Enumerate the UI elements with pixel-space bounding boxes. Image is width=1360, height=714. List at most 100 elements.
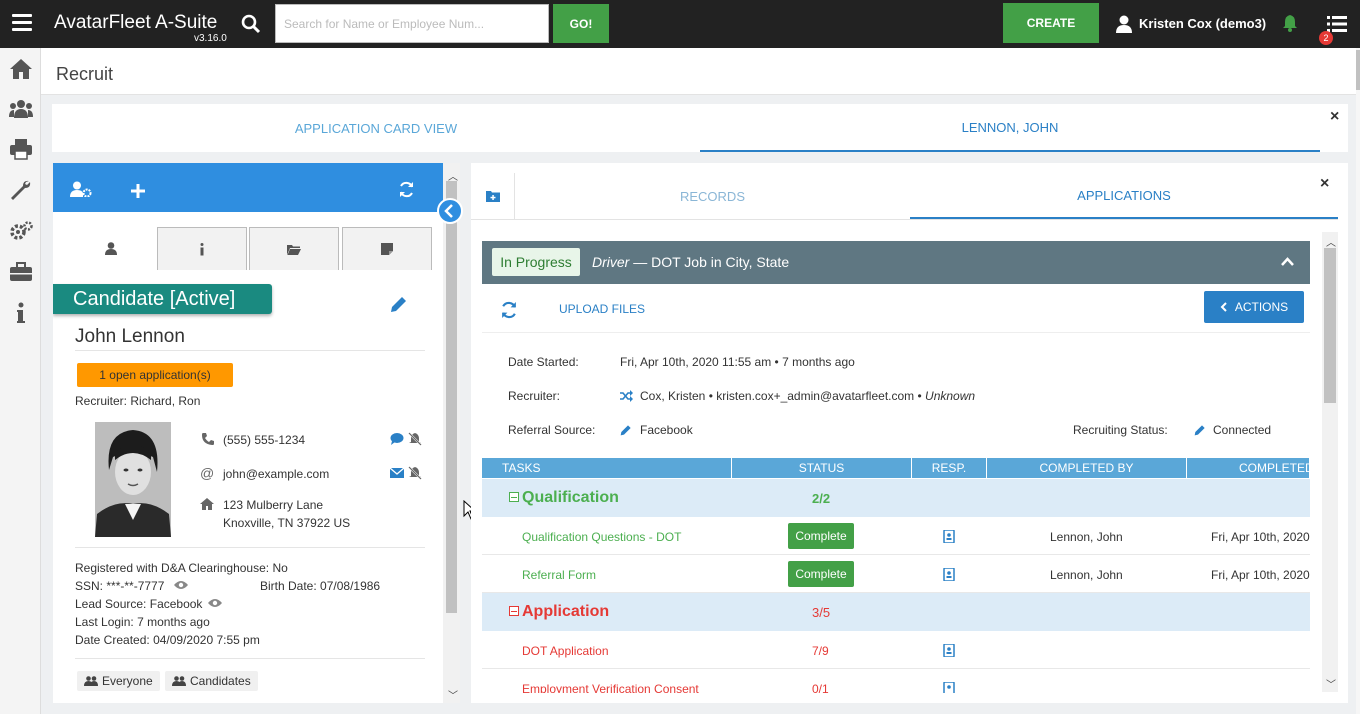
home-icon[interactable] [9,58,33,80]
chevron-left-icon [444,204,453,218]
group-title: Qualification [522,489,619,506]
envelope-icon[interactable] [390,466,404,480]
scroll-up-arrow-icon[interactable]: ︿ [1326,234,1336,249]
recruiter-line: Recruiter: Richard, Ron [75,394,201,408]
subtab-info[interactable] [157,227,247,270]
add-icon[interactable] [131,184,145,198]
chat-icon[interactable] [390,432,404,446]
lead-source-line: Lead Source: Facebook [75,597,203,611]
page-scroll-thumb[interactable] [1356,50,1360,90]
candidate-card: Candidate [Active] John Lennon 1 open ap… [53,163,443,703]
contact-card-icon[interactable] [943,682,955,693]
close-outer-tab-icon[interactable]: × [1330,108,1339,126]
user-settings-icon[interactable] [70,181,92,197]
date-created-line: Date Created: 04/09/2020 7:55 pm [75,633,260,647]
home-address-icon [200,498,214,510]
collapse-panel-button[interactable] [437,198,463,224]
task-progress: 0/1 [812,682,829,693]
shuffle-icon[interactable] [620,390,633,402]
task-name[interactable]: DOT Application [522,644,609,658]
tab-application-card-view[interactable]: APPLICATION CARD VIEW [52,104,700,152]
application-status-badge: In Progress [492,248,580,276]
candidate-email[interactable]: john@example.com [223,467,329,481]
mute-bell-icon[interactable] [408,432,422,446]
print-icon[interactable] [9,138,33,160]
bell-icon[interactable] [1282,14,1298,32]
chip-everyone[interactable]: Everyone [77,671,160,691]
create-button[interactable]: CREATE [1003,3,1099,43]
user-menu[interactable]: Kristen Cox (demo3) [1139,16,1266,31]
mute-bell-icon[interactable] [408,466,422,480]
scroll-down-arrow-icon[interactable]: ﹀ [1326,676,1336,691]
eye-icon[interactable] [174,580,188,590]
column-header-tasks[interactable]: TASKS [482,458,732,478]
tab-lennon-john[interactable]: LENNON, JOHN [700,104,1320,152]
new-record-folder-button[interactable] [471,173,515,219]
column-header-completed[interactable]: COMPLETED [1187,458,1310,478]
users-icon[interactable] [9,98,33,120]
upload-files-link[interactable]: UPLOAD FILES [559,302,645,316]
referral-source-label: Referral Source: [508,423,596,437]
applications-scrollbar[interactable]: ︿ ﹀ [1322,232,1338,692]
subtab-profile[interactable] [64,227,157,270]
collapse-group-icon[interactable] [509,492,519,502]
scroll-thumb[interactable] [446,181,457,613]
clearinghouse-line: Registered with D&A Clearinghouse: No [75,561,288,575]
candidate-name: John Lennon [75,326,185,347]
edit-pencil-icon[interactable] [1194,424,1206,436]
page-scrollbar[interactable] [1356,48,1360,714]
edit-pencil-icon[interactable] [620,424,632,436]
actions-button[interactable]: ACTIONS [1204,291,1304,323]
recruiter-value: Cox, Kristen • kristen.cox+_admin@avatar… [640,389,976,403]
referral-source-value: Facebook [640,423,693,437]
chip-candidates[interactable]: Candidates [165,671,258,691]
notification-count-badge: 2 [1319,31,1333,45]
scroll-down-arrow-icon[interactable]: ﹀ [448,687,458,702]
cogs-icon[interactable] [9,220,33,242]
refresh-icon[interactable] [500,301,518,319]
refresh-icon[interactable] [398,181,415,198]
contact-card-icon[interactable] [943,530,955,543]
contact-card-icon[interactable] [943,568,955,581]
status-complete-button[interactable]: Complete [788,561,854,587]
tab-records[interactable]: RECORDS [515,173,910,219]
user-icon [104,242,117,255]
search-input[interactable] [275,4,549,43]
task-name[interactable]: Qualification Questions - DOT [522,530,681,544]
status-complete-button[interactable]: Complete [788,523,854,549]
completed-date: Fri, Apr 10th, 2020 [1211,530,1310,544]
collapse-group-icon[interactable] [509,606,519,616]
briefcase-icon[interactable] [9,261,33,283]
column-header-resp[interactable]: RESP. [912,458,987,478]
address-line-2: Knoxville, TN 37922 US [223,516,351,530]
wrench-icon[interactable] [9,179,33,201]
task-name[interactable]: Employment Verification Consent [522,682,699,693]
task-name[interactable]: Referral Form [522,568,596,582]
table-row[interactable] [482,555,1310,593]
info-icon[interactable] [9,302,33,324]
open-applications-badge[interactable]: 1 open application(s) [77,363,233,387]
column-header-completed-by[interactable]: COMPLETED BY [987,458,1187,478]
candidate-phone[interactable]: (555) 555-1234 [223,433,305,447]
eye-icon[interactable] [208,598,222,608]
note-icon [381,243,393,255]
recruiting-status-label: Recruiting Status: [1073,423,1168,437]
contact-card-icon[interactable] [943,644,955,657]
close-right-panel-icon[interactable]: × [1320,175,1329,193]
left-panel-scrollbar[interactable]: ︿ ﹀ [443,163,460,703]
subtab-notes[interactable] [342,227,432,270]
chevron-up-icon[interactable] [1281,257,1294,266]
group-title: Application [522,603,610,620]
scroll-thumb[interactable] [1324,248,1336,403]
search-icon[interactable] [241,14,261,34]
go-button[interactable]: GO! [553,4,609,43]
hamburger-menu-icon[interactable] [12,14,32,34]
info-icon [200,242,204,255]
subtab-files[interactable] [249,227,339,270]
completed-by: Lennon, John [1050,568,1123,582]
tab-applications[interactable]: APPLICATIONS [910,173,1338,219]
edit-pencil-icon[interactable] [390,295,408,313]
task-list-icon[interactable] [1327,15,1347,33]
portrait-image [95,422,171,537]
column-header-status[interactable]: STATUS [732,458,912,478]
